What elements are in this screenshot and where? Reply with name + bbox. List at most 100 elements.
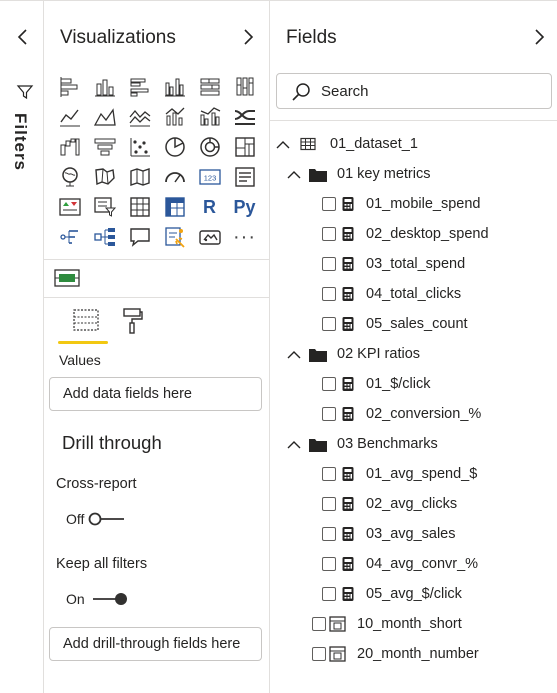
paginated-report-icon[interactable] [195,222,224,252]
column-field[interactable]: 20_month_number [270,639,557,669]
fields-pane: Fields Search 01_dataset_1 01 key metrics… [270,0,557,693]
measure-field[interactable]: 03_total_spend [270,249,557,279]
chevron-up-icon[interactable] [287,169,301,179]
field-checkbox[interactable] [322,257,336,271]
keep-all-filters-toggle[interactable]: On [66,591,129,607]
field-checkbox[interactable] [322,197,336,211]
donut-chart-icon[interactable] [195,132,224,162]
display-folder[interactable]: 03 Benchmarks [270,429,557,459]
ribbon-chart-icon[interactable] [230,102,259,132]
custom-visual-icon[interactable] [54,267,80,289]
more-visuals-icon[interactable]: ··· [230,222,259,252]
area-chart-icon[interactable] [90,102,119,132]
table-icon[interactable] [125,192,154,222]
measure-field[interactable]: 02_desktop_spend [270,219,557,249]
field-checkbox[interactable] [322,497,336,511]
waterfall-chart-icon[interactable] [55,132,84,162]
calculator-icon [342,197,354,211]
values-drop-zone[interactable]: Add data fields here [49,377,262,411]
chevron-left-icon[interactable] [14,27,32,47]
chevron-up-icon[interactable] [287,439,301,449]
table-row-dataset[interactable]: 01_dataset_1 [270,129,557,159]
shape-map-icon[interactable] [125,162,154,192]
r-visual-icon[interactable]: R [195,192,224,222]
column-field[interactable]: 10_month_short [270,609,557,639]
measure-field[interactable]: 04_avg_convr_% [270,549,557,579]
fields-well-icon[interactable] [72,307,100,333]
calculator-icon [342,497,354,511]
chevron-up-icon[interactable] [287,349,301,359]
filled-map-icon[interactable] [90,162,119,192]
multi-row-card-icon[interactable] [230,162,259,192]
100-stacked-column-chart-icon[interactable] [230,72,259,102]
field-checkbox[interactable] [322,317,336,331]
gauge-icon[interactable] [160,162,189,192]
filters-pane-collapsed[interactable]: Filters [0,0,44,693]
paint-roller-icon[interactable] [122,307,144,335]
slicer-icon[interactable] [90,192,119,222]
folder-icon [309,348,327,362]
selected-tab-indicator [58,341,108,344]
field-checkbox[interactable] [322,407,336,421]
stacked-column-chart-icon[interactable] [90,72,119,102]
field-checkbox[interactable] [322,377,336,391]
clustered-column-chart-icon[interactable] [160,72,189,102]
search-icon [292,83,310,101]
chevron-up-icon[interactable] [276,139,290,149]
line-and-clustered-column-chart-icon[interactable] [195,102,224,132]
fields-title: Fields [286,27,337,48]
key-influencers-icon[interactable] [55,222,84,252]
field-checkbox[interactable] [322,557,336,571]
field-checkbox[interactable] [322,467,336,481]
decomposition-tree-icon[interactable] [90,222,119,252]
toggle-on-icon[interactable] [91,592,129,606]
matrix-icon[interactable] [160,192,189,222]
funnel-chart-icon[interactable] [90,132,119,162]
smart-narrative-icon[interactable] [160,222,189,252]
card-icon[interactable]: 123 [195,162,224,192]
measure-field[interactable]: 04_total_clicks [270,279,557,309]
measure-field[interactable]: 03_avg_sales [270,519,557,549]
field-checkbox[interactable] [312,617,326,631]
stacked-area-chart-icon[interactable] [125,102,154,132]
display-folder[interactable]: 01 key metrics [270,159,557,189]
measure-field[interactable]: 01_$/click [270,369,557,399]
measure-field[interactable]: 02_avg_clicks [270,489,557,519]
measure-field[interactable]: 01_mobile_spend [270,189,557,219]
scatter-chart-icon[interactable] [125,132,154,162]
chevron-right-icon[interactable] [532,27,546,47]
field-checkbox[interactable] [322,227,336,241]
column-name: 10_month_short [357,616,462,632]
measure-field[interactable]: 05_sales_count [270,309,557,339]
keep-all-filters-state: On [66,591,85,607]
field-checkbox[interactable] [322,587,336,601]
line-chart-icon[interactable] [55,102,84,132]
folder-name: 01 key metrics [337,166,431,182]
measure-field[interactable]: 02_conversion_% [270,399,557,429]
field-checkbox[interactable] [312,647,326,661]
map-icon[interactable] [55,162,84,192]
card-icon-text: 123 [203,174,216,183]
chevron-right-icon[interactable] [241,27,255,47]
stacked-bar-chart-icon[interactable] [55,72,84,102]
100-stacked-bar-chart-icon[interactable] [195,72,224,102]
folder-name: 03 Benchmarks [337,436,438,452]
python-visual-icon[interactable]: Py [230,192,259,222]
drill-through-drop-zone[interactable]: Add drill-through fields here [49,627,262,661]
clustered-bar-chart-icon[interactable] [125,72,154,102]
cross-report-state: Off [66,511,85,527]
display-folder[interactable]: 02 KPI ratios [270,339,557,369]
measure-field[interactable]: 05_avg_$/click [270,579,557,609]
cross-report-toggle[interactable]: Off [66,511,126,527]
measure-field[interactable]: 01_avg_spend_$ [270,459,557,489]
toggle-off-icon[interactable] [88,512,126,526]
fields-search-input[interactable]: Search [276,73,552,109]
pie-chart-icon[interactable] [160,132,189,162]
filters-label[interactable]: Filters [10,113,30,171]
field-checkbox[interactable] [322,527,336,541]
line-and-column-chart-icon[interactable] [160,102,189,132]
kpi-icon[interactable] [55,192,84,222]
qa-icon[interactable] [125,222,154,252]
field-checkbox[interactable] [322,287,336,301]
treemap-icon[interactable] [230,132,259,162]
